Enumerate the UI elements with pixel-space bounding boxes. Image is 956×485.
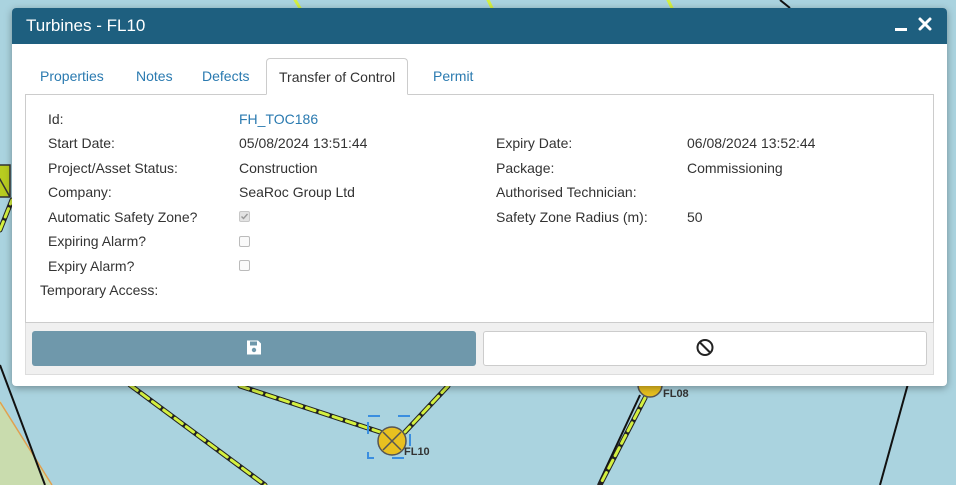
radius-label: Safety Zone Radius (m): bbox=[496, 209, 648, 225]
safety-zone-checkbox[interactable] bbox=[239, 211, 250, 222]
expiry-alarm-checkbox[interactable] bbox=[239, 260, 250, 271]
minimize-icon[interactable] bbox=[891, 14, 913, 36]
turbine-dialog: Turbines - FL10 Properties Notes Defects… bbox=[12, 8, 947, 386]
tab-permit[interactable]: Permit bbox=[433, 58, 473, 94]
radius-value: 50 bbox=[687, 209, 703, 225]
turbine-label-fl08: FL08 bbox=[663, 388, 689, 400]
status-label: Project/Asset Status: bbox=[48, 160, 178, 176]
transfer-of-control-panel: Id: FH_TOC186 Start Date: 05/08/2024 13:… bbox=[25, 94, 934, 323]
tab-bar: Properties Notes Defects Transfer of Con… bbox=[25, 58, 934, 95]
dialog-footer bbox=[25, 323, 934, 375]
close-icon[interactable] bbox=[915, 14, 937, 36]
tab-defects[interactable]: Defects bbox=[202, 58, 249, 94]
dialog-titlebar[interactable]: Turbines - FL10 bbox=[12, 8, 947, 44]
cancel-button[interactable] bbox=[483, 331, 927, 366]
technician-label: Authorised Technician: bbox=[496, 184, 637, 200]
expiry-alarm-label: Expiry Alarm? bbox=[48, 258, 135, 274]
start-date-value: 05/08/2024 13:51:44 bbox=[239, 135, 368, 151]
safety-zone-label: Automatic Safety Zone? bbox=[48, 209, 198, 225]
save-icon bbox=[246, 339, 262, 358]
expiring-alarm-checkbox[interactable] bbox=[239, 236, 250, 247]
start-date-label: Start Date: bbox=[48, 135, 115, 151]
substation-marker[interactable] bbox=[0, 164, 11, 198]
turbine-label-fl10: FL10 bbox=[404, 446, 430, 458]
expiry-date-label: Expiry Date: bbox=[496, 135, 573, 151]
package-value: Commissioning bbox=[687, 160, 783, 176]
status-value: Construction bbox=[239, 160, 318, 176]
company-label: Company: bbox=[48, 184, 112, 200]
expiring-alarm-label: Expiring Alarm? bbox=[48, 233, 147, 249]
save-button[interactable] bbox=[32, 331, 476, 366]
package-label: Package: bbox=[496, 160, 555, 176]
tab-notes[interactable]: Notes bbox=[136, 58, 173, 94]
temporary-access-label: Temporary Access: bbox=[40, 282, 159, 298]
company-value: SeaRoc Group Ltd bbox=[239, 184, 355, 200]
tab-transfer-of-control[interactable]: Transfer of Control bbox=[266, 58, 409, 95]
cancel-icon bbox=[696, 338, 714, 359]
expiry-date-value: 06/08/2024 13:52:44 bbox=[687, 135, 816, 151]
tab-properties[interactable]: Properties bbox=[40, 58, 104, 94]
id-label: Id: bbox=[48, 111, 64, 127]
dialog-title: Turbines - FL10 bbox=[26, 16, 146, 35]
id-link[interactable]: FH_TOC186 bbox=[239, 111, 318, 127]
